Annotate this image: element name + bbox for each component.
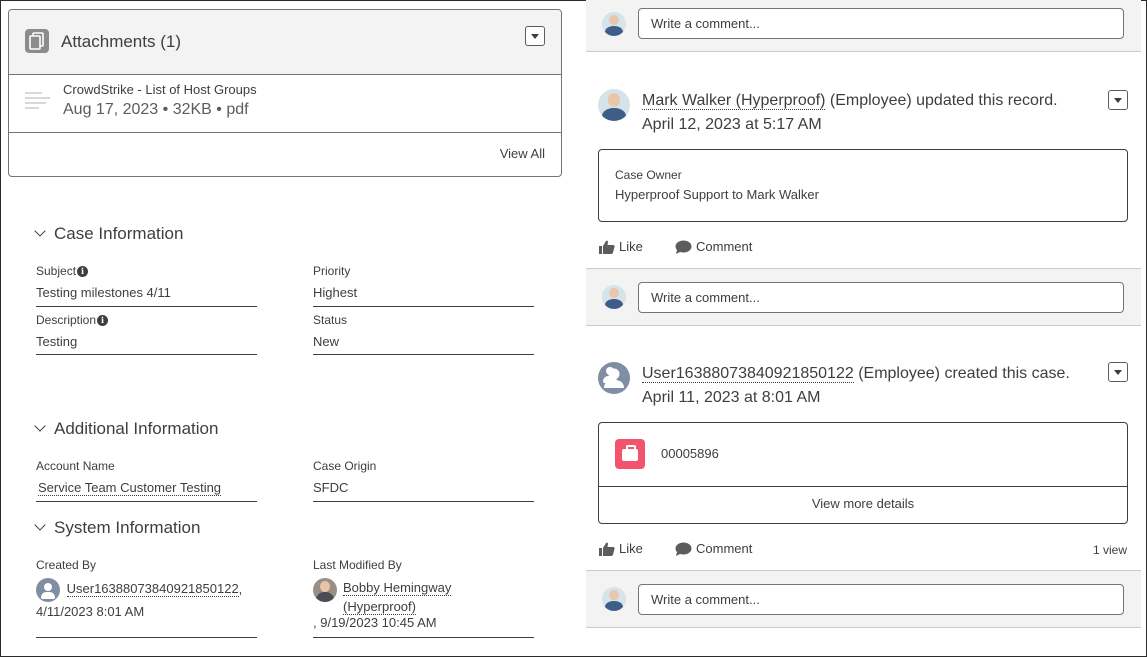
comment-icon bbox=[675, 240, 692, 254]
changed-field-label: Case Owner bbox=[615, 168, 682, 182]
field-last-modified-by: Last Modified By Bobby Hemingway (Hyperp… bbox=[313, 558, 534, 640]
view-count: 1 view bbox=[1093, 543, 1128, 557]
info-icon[interactable]: i bbox=[97, 315, 109, 326]
field-priority: Priority Highest bbox=[313, 264, 534, 307]
post-menu-button[interactable] bbox=[1108, 90, 1128, 110]
field-subject: Subject i Testing milestones 4/11 bbox=[36, 264, 257, 307]
field-case-origin: Case Origin SFDC bbox=[313, 459, 534, 502]
user-avatar bbox=[602, 285, 626, 309]
field-label: Description bbox=[36, 313, 97, 327]
case-record-box: 00005896 View more details bbox=[598, 422, 1128, 524]
author-avatar[interactable] bbox=[598, 362, 630, 394]
field-label: Created By bbox=[36, 558, 97, 572]
post-action-text: (Employee) updated this record. bbox=[825, 92, 1058, 109]
like-button[interactable]: Like bbox=[599, 541, 643, 556]
section-title-label: Case Information bbox=[54, 224, 184, 243]
like-label: Like bbox=[619, 239, 643, 254]
post-author-link[interactable]: Mark Walker (Hyperproof) bbox=[642, 92, 826, 110]
info-icon[interactable]: i bbox=[77, 266, 89, 277]
pdf-file-icon bbox=[25, 89, 53, 117]
section-title-label: Additional Information bbox=[54, 419, 219, 438]
case-number-link[interactable]: 00005896 bbox=[661, 446, 719, 461]
field-created-by: Created By User16388073840921850122, 4/1… bbox=[36, 558, 257, 640]
created-date: 4/11/2023 8:01 AM bbox=[36, 604, 145, 619]
post-menu-button[interactable] bbox=[1108, 362, 1128, 382]
section-additional-information[interactable]: Additional Information bbox=[34, 419, 218, 439]
field-label: Priority bbox=[313, 264, 351, 278]
post-author-link[interactable]: User16388073840921850122 bbox=[642, 365, 854, 383]
like-button[interactable]: Like bbox=[599, 239, 643, 254]
attachments-header: Attachments (1) bbox=[9, 10, 561, 75]
separator-comma: , bbox=[238, 581, 243, 597]
field-status: Status New bbox=[313, 313, 534, 355]
comment-label: Comment bbox=[696, 541, 753, 556]
post-action-text: (Employee) created this case. bbox=[853, 365, 1070, 382]
post-header: Mark Walker (Hyperproof) (Employee) upda… bbox=[642, 92, 1058, 110]
user-icon bbox=[604, 368, 624, 388]
field-label: Subject bbox=[36, 264, 77, 278]
field-value: Highest bbox=[313, 285, 358, 300]
attachment-file-meta: Aug 17, 2023 • 32KB • pdf bbox=[63, 101, 249, 118]
attachments-title: Attachments (1) bbox=[61, 32, 181, 51]
attachment-files-icon bbox=[25, 29, 49, 53]
account-name-link[interactable]: Service Team Customer Testing bbox=[38, 480, 222, 496]
field-label: Status bbox=[313, 313, 348, 327]
comment-button[interactable]: Comment bbox=[675, 239, 752, 254]
comment-input[interactable]: Write a comment... bbox=[638, 584, 1124, 615]
user-avatar bbox=[36, 578, 60, 602]
comment-strip: Write a comment... bbox=[586, 0, 1141, 52]
field-label: Account Name bbox=[36, 459, 115, 473]
created-by-user-link[interactable]: User16388073840921850122 bbox=[66, 581, 239, 598]
attachment-file-name[interactable]: CrowdStrike - List of Host Groups bbox=[63, 82, 257, 97]
section-system-information[interactable]: System Information bbox=[34, 518, 200, 538]
attachments-card: Attachments (1) CrowdStrike - List of Ho… bbox=[8, 9, 562, 177]
field-label: Case Origin bbox=[313, 459, 377, 473]
like-icon bbox=[599, 240, 615, 254]
post-date-link[interactable]: April 12, 2023 at 5:17 AM bbox=[642, 116, 822, 134]
comment-input[interactable]: Write a comment... bbox=[638, 8, 1124, 39]
view-more-details-button[interactable]: View more details bbox=[599, 496, 1127, 511]
modified-date: , 9/19/2023 10:45 AM bbox=[313, 615, 437, 630]
modified-by-user-link[interactable]: Bobby Hemingway bbox=[343, 580, 452, 596]
like-label: Like bbox=[619, 541, 643, 556]
field-value: New bbox=[313, 334, 340, 349]
user-avatar bbox=[313, 578, 337, 602]
chevron-down-icon bbox=[34, 225, 46, 237]
comment-button[interactable]: Comment bbox=[675, 541, 752, 556]
chevron-down-icon bbox=[34, 420, 46, 432]
view-all-link[interactable]: View All bbox=[500, 146, 545, 161]
section-case-information[interactable]: Case Information bbox=[34, 224, 183, 244]
field-value: Testing bbox=[36, 334, 78, 349]
section-title-label: System Information bbox=[54, 518, 201, 537]
comment-label: Comment bbox=[696, 239, 753, 254]
user-avatar bbox=[602, 12, 626, 36]
comment-strip: Write a comment... bbox=[586, 570, 1141, 628]
case-briefcase-icon bbox=[615, 439, 645, 469]
modified-by-user-link-line2[interactable]: (Hyperproof) bbox=[343, 599, 416, 615]
comment-icon bbox=[675, 542, 692, 556]
changed-field-value: Hyperproof Support to Mark Walker bbox=[615, 187, 819, 202]
record-change-box: Case Owner Hyperproof Support to Mark Wa… bbox=[598, 149, 1128, 222]
attachment-item[interactable]: CrowdStrike - List of Host Groups Aug 17… bbox=[9, 75, 561, 133]
field-account-name: Account Name Service Team Customer Testi… bbox=[36, 459, 257, 502]
field-value: SFDC bbox=[313, 480, 349, 495]
field-label: Last Modified By bbox=[313, 558, 402, 572]
author-avatar[interactable] bbox=[598, 89, 630, 121]
user-avatar bbox=[602, 587, 626, 611]
attachments-menu-button[interactable] bbox=[525, 26, 545, 46]
field-description: Description i Testing bbox=[36, 313, 257, 355]
like-icon bbox=[599, 542, 615, 556]
field-value: Testing milestones 4/11 bbox=[36, 285, 171, 300]
comment-input[interactable]: Write a comment... bbox=[638, 282, 1124, 313]
post-date-link[interactable]: April 11, 2023 at 8:01 AM bbox=[642, 389, 820, 407]
chevron-down-icon bbox=[34, 519, 46, 531]
post-header: User16388073840921850122 (Employee) crea… bbox=[642, 365, 1070, 383]
comment-strip: Write a comment... bbox=[586, 268, 1141, 326]
